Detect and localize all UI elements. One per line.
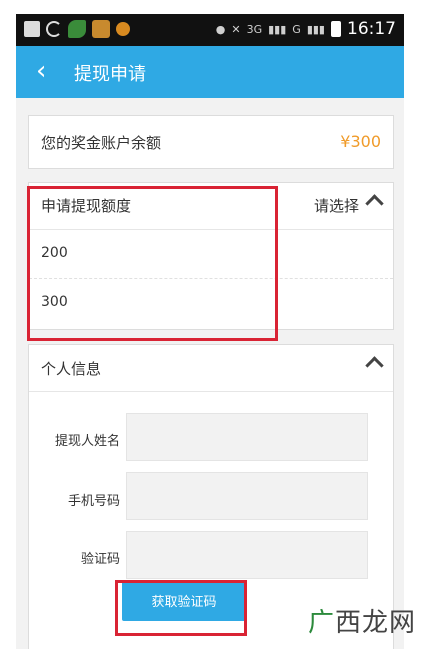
phone-input[interactable] [126, 472, 368, 520]
watermark: 广西龙网 [307, 608, 416, 638]
phone-label: 手机号码 [67, 494, 120, 509]
name-label: 提现人姓名 [54, 434, 120, 449]
balance-card: 您的奖金账户余额 ¥300 [28, 115, 394, 169]
highlight-box [27, 186, 278, 341]
page-title: 提现申请 [74, 64, 146, 85]
signal-icon: ▮▮▮ [268, 22, 287, 36]
personal-info-header[interactable]: 个人信息 [29, 345, 393, 392]
app-icon [68, 20, 86, 38]
network-type-label: G [292, 22, 301, 36]
network-type-label: 3G [246, 22, 263, 36]
notification-icon [24, 21, 40, 37]
chevron-left-icon[interactable]: ‹ [36, 56, 46, 86]
app-icon [92, 20, 110, 38]
balance-label: 您的奖金账户余额 [41, 134, 162, 152]
status-bar: ● ✕ 3G ▮▮▮ G ▮▮▮ 16:17 [16, 14, 404, 46]
mute-icon: ✕ [231, 22, 241, 36]
highlight-box [115, 580, 247, 636]
signal-icon: ▮▮▮ [306, 22, 325, 36]
code-label: 验证码 [80, 552, 120, 567]
chevron-up-icon[interactable] [365, 356, 384, 375]
app-icon [116, 22, 130, 36]
battery-icon [331, 21, 341, 37]
name-input[interactable] [126, 413, 368, 461]
section-title: 个人信息 [41, 360, 102, 378]
moon-icon [46, 21, 62, 37]
app-header: ‹ 提现申请 [16, 46, 404, 98]
chevron-up-icon[interactable] [365, 194, 384, 213]
select-label: 请选择 [313, 197, 359, 215]
clock: 16:17 [347, 19, 396, 39]
balance-value: ¥300 [340, 132, 381, 151]
code-input[interactable] [126, 531, 368, 579]
location-icon: ● [215, 22, 226, 36]
